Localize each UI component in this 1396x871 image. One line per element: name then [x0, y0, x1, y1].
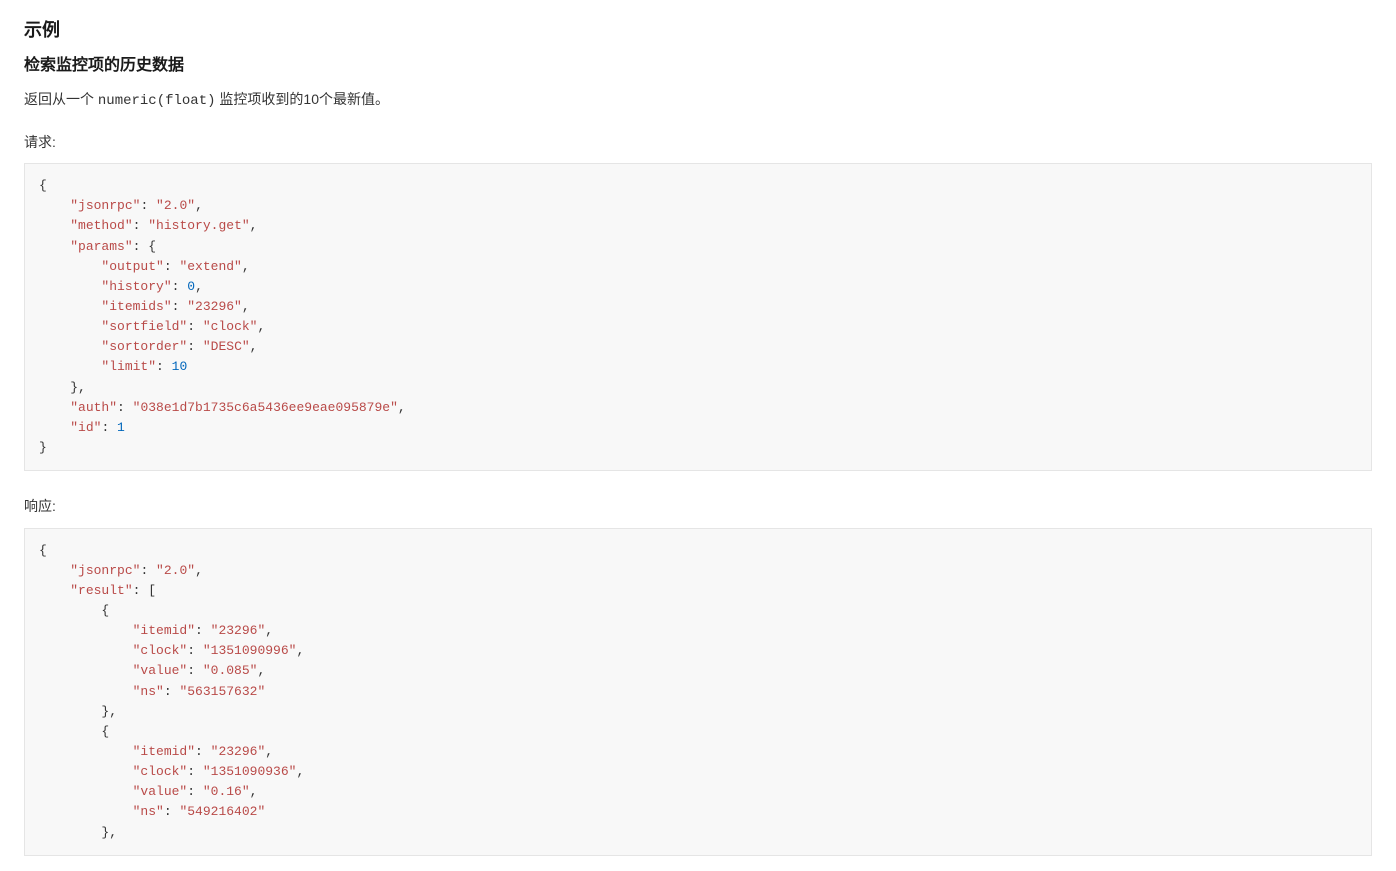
response-code-block: { "jsonrpc": "2.0", "result": [ { "itemi…	[24, 528, 1372, 856]
description: 返回从一个 numeric(float) 监控项收到的10个最新值。	[24, 88, 1372, 112]
desc-prefix: 返回从一个	[24, 91, 98, 107]
section-heading: 示例	[24, 16, 1372, 45]
request-code-block: { "jsonrpc": "2.0", "method": "history.g…	[24, 163, 1372, 471]
sub-heading: 检索监控项的历史数据	[24, 53, 1372, 79]
desc-suffix: 监控项收到的10个最新值。	[216, 91, 389, 107]
response-label: 响应:	[24, 495, 1372, 517]
request-label: 请求:	[24, 131, 1372, 153]
desc-mono: numeric(float)	[98, 93, 216, 109]
